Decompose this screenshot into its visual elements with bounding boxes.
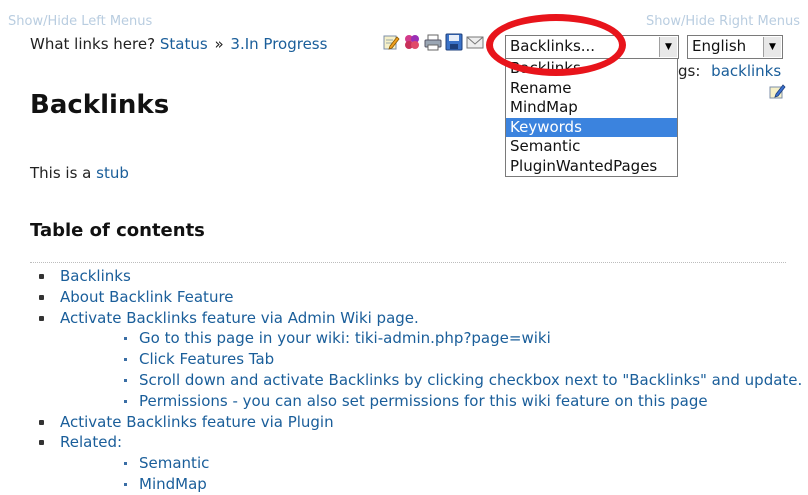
option-semantic[interactable]: Semantic bbox=[506, 137, 677, 157]
page-actions-select[interactable]: Backlinks... ▼ bbox=[505, 35, 679, 59]
breadcrumb-in-progress-link[interactable]: 3.In Progress bbox=[230, 35, 327, 53]
page-actions-selected-value: Backlinks... bbox=[510, 37, 596, 55]
tags-label: gs: bbox=[678, 62, 701, 80]
toc-sublink[interactable]: MindMap bbox=[139, 475, 207, 493]
breadcrumb-label: What links here? bbox=[30, 35, 156, 53]
toc-subitem: Go to this page in your wiki: tiki-admin… bbox=[60, 328, 800, 349]
structure-icon[interactable] bbox=[403, 33, 421, 51]
toc-link[interactable]: Related: bbox=[60, 433, 122, 451]
edit-icon[interactable] bbox=[382, 33, 400, 51]
tag-backlinks-link[interactable]: backlinks bbox=[711, 62, 781, 80]
toc-item: Related: Semantic MindMap bbox=[30, 432, 800, 494]
toc-link[interactable]: Activate Backlinks feature via Admin Wik… bbox=[60, 309, 419, 327]
language-selected-value: English bbox=[692, 37, 747, 55]
toc-item: Activate Backlinks feature via Plugin bbox=[30, 412, 800, 433]
breadcrumb-separator: » bbox=[214, 35, 224, 53]
option-keywords[interactable]: Keywords bbox=[506, 117, 677, 137]
toc-item: About Backlink Feature bbox=[30, 287, 800, 308]
toc-sublink[interactable]: Permissions - you can also set permissio… bbox=[139, 392, 708, 410]
toc-subitem: MindMap bbox=[60, 474, 800, 495]
toc-subitem: Click Features Tab bbox=[60, 349, 800, 370]
toc-link[interactable]: Backlinks bbox=[60, 267, 131, 285]
edit-tags-icon[interactable] bbox=[768, 82, 786, 100]
toc-sublink[interactable]: Click Features Tab bbox=[139, 350, 274, 368]
stub-notice: This is a stub bbox=[30, 164, 129, 182]
toc-subitem: Semantic bbox=[60, 453, 800, 474]
stub-link[interactable]: stub bbox=[96, 164, 129, 182]
page-title: Backlinks bbox=[30, 90, 170, 120]
toc-divider bbox=[30, 262, 786, 263]
toc-title: Table of contents bbox=[30, 220, 205, 241]
show-hide-right-menus-link[interactable]: Show/Hide Right Menus bbox=[646, 14, 800, 29]
breadcrumb: What links here? Status » 3.In Progress bbox=[30, 35, 327, 53]
option-mindmap[interactable]: MindMap bbox=[506, 98, 677, 118]
email-icon[interactable] bbox=[466, 33, 484, 51]
toc-subitem: Permissions - you can also set permissio… bbox=[60, 391, 800, 412]
option-pluginwantedpages[interactable]: PluginWantedPages bbox=[506, 157, 677, 177]
language-select[interactable]: English ▼ bbox=[687, 35, 783, 59]
option-backlinks[interactable]: Backlinks bbox=[506, 59, 677, 79]
breadcrumb-status-link[interactable]: Status bbox=[160, 35, 208, 53]
toc-subitem: Scroll down and activate Backlinks by cl… bbox=[60, 370, 802, 391]
save-icon[interactable] bbox=[445, 33, 463, 51]
toc-sublink[interactable]: Go to this page in your wiki: tiki-admin… bbox=[139, 329, 551, 347]
page-toolbar bbox=[382, 33, 484, 51]
table-of-contents: Backlinks About Backlink Feature Activat… bbox=[30, 266, 802, 495]
toc-link[interactable]: About Backlink Feature bbox=[60, 288, 234, 306]
option-rename[interactable]: Rename bbox=[506, 79, 677, 99]
tags: gs: backlinks bbox=[678, 62, 781, 80]
page-actions-dropdown: Backlinks Rename MindMap Keywords Semant… bbox=[505, 58, 678, 177]
chevron-down-icon[interactable]: ▼ bbox=[763, 37, 781, 57]
toc-link[interactable]: Activate Backlinks feature via Plugin bbox=[60, 413, 334, 431]
stub-prefix: This is a bbox=[30, 164, 92, 182]
toc-sublink[interactable]: Scroll down and activate Backlinks by cl… bbox=[139, 371, 802, 389]
toc-item: Activate Backlinks feature via Admin Wik… bbox=[30, 308, 802, 412]
toc-item: Backlinks bbox=[30, 266, 800, 287]
toc-sublink[interactable]: Semantic bbox=[139, 454, 209, 472]
show-hide-left-menus-link[interactable]: Show/Hide Left Menus bbox=[8, 14, 152, 29]
chevron-down-icon[interactable]: ▼ bbox=[659, 37, 677, 57]
print-icon[interactable] bbox=[424, 33, 442, 51]
